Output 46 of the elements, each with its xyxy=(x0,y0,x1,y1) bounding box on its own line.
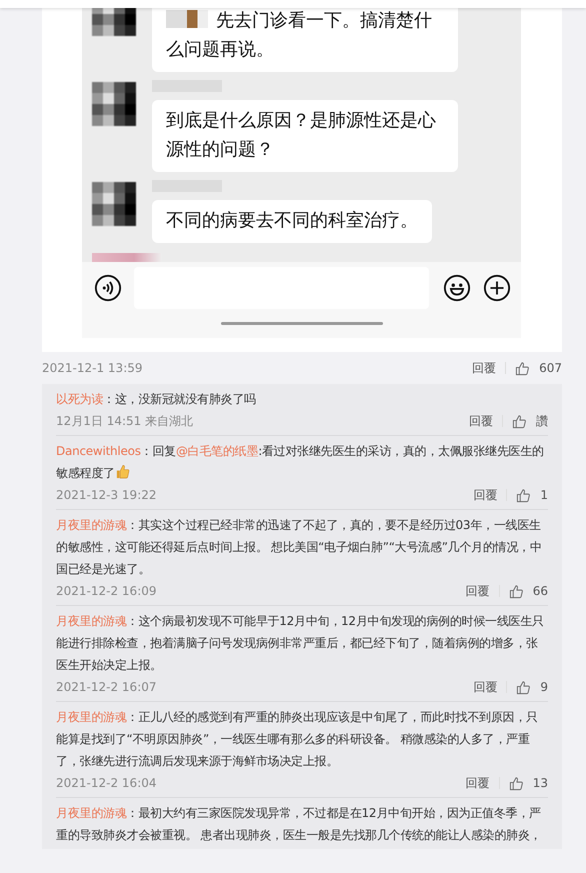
thumbs-up-icon[interactable] xyxy=(508,584,524,598)
like-count: 1 xyxy=(540,488,548,502)
blurred-avatar-icon xyxy=(92,182,136,226)
message-bubble: 到底是什么原因？是肺源性还是心源性的问题？ xyxy=(152,100,458,172)
author-link[interactable]: Dancewithleos xyxy=(56,444,141,458)
thumbs-up-icon[interactable] xyxy=(516,488,532,502)
thumbs-up-icon[interactable] xyxy=(508,776,524,790)
reply-link[interactable]: 回覆 xyxy=(473,678,498,696)
comment-text: 以死为读：这，没新冠就没有肺炎了吗 xyxy=(56,391,257,408)
comment-text: 月夜里的游魂：最初大约有三家医院发现异常，不过都是在12月中旬开始，因为正值冬季，严重的导致肺炎才会被重视。 患者出现肺炎，医生一般是先找那几个传统的能让人感染的肺炎， xyxy=(56,805,542,844)
message-bubble: 不同的病要去不同的科室治疗。 xyxy=(152,200,432,243)
like-count: 讚 xyxy=(536,412,548,430)
reply-link[interactable]: 回覆 xyxy=(466,582,490,600)
author-link[interactable]: 月夜里的游魂 xyxy=(56,710,126,724)
reply-link[interactable]: 回覆 xyxy=(469,412,493,430)
mention-link[interactable]: @白毛笔的纸墨 xyxy=(176,444,258,458)
comment-time: 2021-12-2 16:04 xyxy=(56,776,156,790)
reply-link[interactable]: 回覆 xyxy=(466,774,490,792)
blurred-image xyxy=(166,10,208,28)
author-link[interactable]: 月夜里的游魂 xyxy=(56,806,126,820)
voice-icon[interactable] xyxy=(94,274,122,302)
thumbs-up-emoji-icon xyxy=(114,464,130,479)
smiley-icon[interactable] xyxy=(443,274,471,302)
reply-link[interactable]: 回覆 xyxy=(473,486,498,504)
comment-text: 月夜里的游魂：正儿八经的感觉到有严重的肺炎出现应该是中旬尾了，而此时找不到原因，只能算是找到了“不明原因肺炎”，一线医生哪有那么多的科研设备。 稍微感染的人多了，严重了，张继先进行流调后发现来源于海鲜市场决定上报。 xyxy=(56,709,539,770)
comment-text: Dancewithleos：回复@白毛笔的纸墨:看过对张继先医生的采访，真的，太佩服张继先医生的敏感程度了 xyxy=(56,443,545,482)
thumbs-up-icon[interactable] xyxy=(516,680,532,694)
comment-time: 2021-12-2 16:07 xyxy=(56,680,156,694)
post-time: 2021-12-1 13:59 xyxy=(42,361,142,375)
author-link[interactable]: 以死为读 xyxy=(56,392,103,406)
thumbs-up-icon[interactable] xyxy=(515,360,530,376)
author-link[interactable]: 月夜里的游魂 xyxy=(56,518,126,532)
comment-time: 2021-12-3 19:22 xyxy=(56,488,156,502)
comment-time: 2021-12-2 16:09 xyxy=(56,584,156,598)
like-count: 607 xyxy=(539,361,562,375)
like-count: 9 xyxy=(540,680,548,694)
thumbs-up-icon[interactable] xyxy=(512,414,527,428)
blurred-avatar-icon xyxy=(92,82,136,126)
like-count: 66 xyxy=(532,584,548,598)
plus-icon[interactable] xyxy=(483,274,511,302)
comment-time: 12月1日 14:51 来自湖北 xyxy=(56,412,194,430)
author-link[interactable]: 月夜里的游魂 xyxy=(56,614,126,628)
like-count: 13 xyxy=(532,776,548,790)
comment-text: 月夜里的游魂：其实这个过程已经非常的迅速了不起了，真的，要不是经历过03年，一线医生的敏感性，这可能还得延后点时间上报。 想比美国“电子烟白肺”“大号流感”几个月的情况，中国已经是光速了。 xyxy=(56,517,543,578)
comment-text: 月夜里的游魂：这个病最初发现不可能早于12月中旬，12月中旬发现的病例的时候一线医生只能进行排除检查，抱着满脑子问号发现病例非常严重后，都已经下旬了，随着病例的增多，张医生开始决定上报。 xyxy=(56,613,545,674)
reply-link[interactable]: 回覆 xyxy=(472,360,496,376)
